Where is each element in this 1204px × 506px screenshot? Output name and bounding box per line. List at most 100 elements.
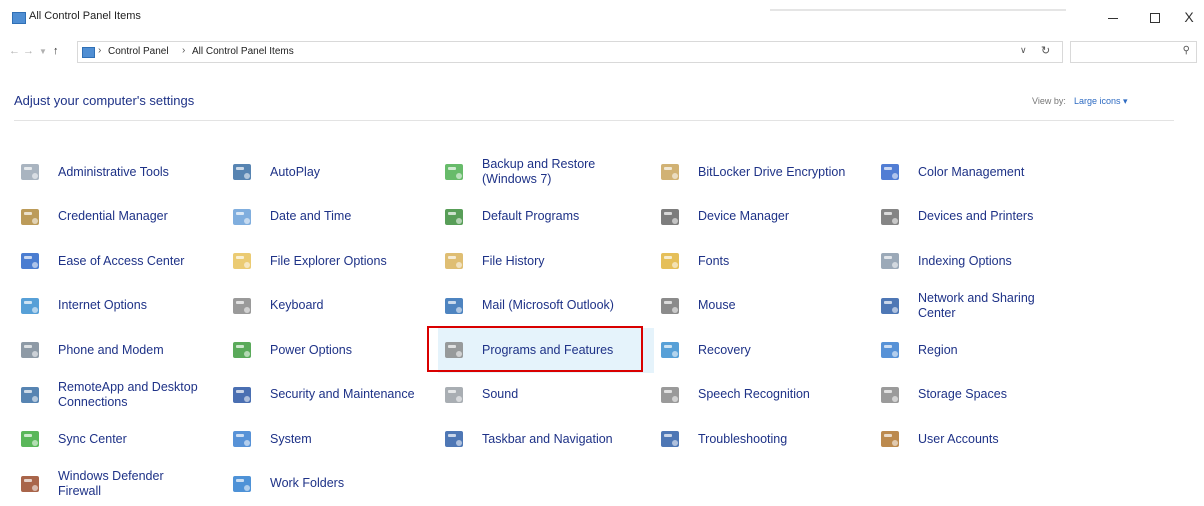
control-panel-item[interactable]: Fonts (654, 239, 874, 284)
maximize-button[interactable] (1140, 6, 1170, 28)
title-bar-divider (770, 9, 1066, 11)
control-panel-item[interactable]: File Explorer Options (226, 239, 438, 284)
user-accounts-icon (878, 427, 902, 451)
address-dropdown-icon[interactable]: ∨ (1020, 45, 1027, 56)
control-panel-item-label: Default Programs (482, 209, 632, 224)
speech-recognition-icon (658, 383, 682, 407)
search-input[interactable]: ⚲ (1070, 41, 1197, 63)
control-panel-item[interactable]: Programs and Features (438, 328, 654, 373)
control-panel-item[interactable]: Ease of Access Center (14, 239, 226, 284)
control-panel-item-label: Internet Options (58, 298, 208, 313)
control-panel-item[interactable]: Network and Sharing Center (874, 284, 1094, 329)
troubleshooting-icon (658, 427, 682, 451)
control-panel-item[interactable]: Mail (Microsoft Outlook) (438, 284, 654, 329)
security-maintenance-icon (230, 383, 254, 407)
control-panel-item-label: Power Options (270, 343, 420, 358)
phone-modem-icon (18, 338, 42, 362)
control-panel-item[interactable]: Internet Options (14, 284, 226, 329)
control-panel-item[interactable]: Keyboard (226, 284, 438, 329)
region-icon (878, 338, 902, 362)
control-panel-item-label: Sound (482, 387, 632, 402)
control-panel-small-icon (82, 47, 95, 58)
address-bar[interactable]: › Control Panel › All Control Panel Item… (77, 41, 1063, 63)
control-panel-item[interactable]: Sync Center (14, 417, 226, 462)
devices-printers-icon (878, 205, 902, 229)
control-panel-item[interactable]: AutoPlay (226, 150, 438, 195)
control-panel-item-label: Troubleshooting (698, 432, 848, 447)
fonts-icon (658, 249, 682, 273)
control-panel-item-label: Keyboard (270, 298, 420, 313)
view-by-label: View by: (1032, 96, 1066, 106)
control-panel-item[interactable]: Security and Maintenance (226, 373, 438, 418)
control-panel-item-label: Date and Time (270, 209, 420, 224)
control-panel-item[interactable]: Backup and Restore (Windows 7) (438, 150, 654, 195)
bitlocker-icon (658, 160, 682, 184)
control-panel-item-label: Taskbar and Navigation (482, 432, 632, 447)
control-panel-item[interactable]: Speech Recognition (654, 373, 874, 418)
control-panel-item[interactable]: System (226, 417, 438, 462)
control-panel-item-label: Region (918, 343, 1068, 358)
control-panel-item-label: BitLocker Drive Encryption (698, 165, 848, 180)
control-panel-item[interactable]: RemoteApp and Desktop Connections (14, 373, 226, 418)
window-title: All Control Panel Items (29, 10, 141, 22)
control-panel-item-label: Backup and Restore (Windows 7) (482, 157, 632, 187)
page-title: Adjust your computer's settings (14, 93, 194, 108)
control-panel-item[interactable]: Default Programs (438, 195, 654, 240)
control-panel-item[interactable]: Phone and Modem (14, 328, 226, 373)
control-panel-item[interactable]: Power Options (226, 328, 438, 373)
control-panel-item-label: Phone and Modem (58, 343, 208, 358)
view-by-dropdown[interactable]: Large icons ▾ (1074, 96, 1128, 107)
control-panel-item-label: System (270, 432, 420, 447)
control-panel-item[interactable]: Device Manager (654, 195, 874, 240)
control-panel-item[interactable]: Storage Spaces (874, 373, 1094, 418)
control-panel-item[interactable]: Date and Time (226, 195, 438, 240)
control-panel-item[interactable]: Administrative Tools (14, 150, 226, 195)
control-panel-item-label: File Explorer Options (270, 254, 420, 269)
maximize-icon (1150, 13, 1160, 23)
control-panel-item[interactable]: Recovery (654, 328, 874, 373)
control-panel-item-label: Credential Manager (58, 209, 208, 224)
control-panel-item-label: Color Management (918, 165, 1068, 180)
control-panel-item[interactable]: Taskbar and Navigation (438, 417, 654, 462)
control-panel-item-label: File History (482, 254, 632, 269)
color-management-icon (878, 160, 902, 184)
control-panel-item[interactable]: Credential Manager (14, 195, 226, 240)
title-bar: All Control Panel Items X (0, 0, 1204, 34)
admin-tools-icon (18, 160, 42, 184)
control-panel-item-label: Programs and Features (482, 343, 632, 358)
control-panel-item[interactable]: Mouse (654, 284, 874, 329)
internet-options-icon (18, 294, 42, 318)
control-panel-item[interactable]: Devices and Printers (874, 195, 1094, 240)
control-panel-item[interactable]: Sound (438, 373, 654, 418)
back-arrow-icon[interactable]: ← (9, 45, 20, 57)
control-panel-item[interactable]: Color Management (874, 150, 1094, 195)
breadcrumb-separator[interactable]: › (182, 45, 185, 56)
firewall-icon (18, 472, 42, 496)
control-panel-item[interactable]: Work Folders (226, 462, 438, 506)
default-programs-icon (442, 205, 466, 229)
close-button[interactable]: X (1174, 6, 1204, 28)
control-panel-icon (12, 12, 26, 24)
control-panel-item[interactable]: BitLocker Drive Encryption (654, 150, 874, 195)
control-panel-item[interactable]: Windows Defender Firewall (14, 462, 226, 506)
refresh-icon[interactable]: ↻ (1041, 44, 1050, 57)
control-panel-item[interactable]: Indexing Options (874, 239, 1094, 284)
control-panel-item[interactable]: Troubleshooting (654, 417, 874, 462)
mail-icon (442, 294, 466, 318)
control-panel-item-label: Ease of Access Center (58, 254, 208, 269)
control-panel-item[interactable]: File History (438, 239, 654, 284)
up-arrow-icon[interactable]: ↑ (53, 45, 59, 57)
control-panel-item[interactable]: Region (874, 328, 1094, 373)
credential-manager-icon (18, 205, 42, 229)
control-panel-item[interactable]: User Accounts (874, 417, 1094, 462)
date-time-icon (230, 205, 254, 229)
work-folders-icon (230, 472, 254, 496)
programs-features-icon (442, 338, 466, 362)
recent-locations-icon[interactable]: ▼ (39, 47, 47, 56)
forward-arrow-icon[interactable]: → (23, 45, 34, 57)
breadcrumb-separator[interactable]: › (98, 45, 101, 56)
breadcrumb-control-panel[interactable]: Control Panel (108, 46, 169, 57)
control-panel-item-label: Speech Recognition (698, 387, 848, 402)
minimize-button[interactable] (1098, 6, 1128, 28)
breadcrumb-all-items[interactable]: All Control Panel Items (192, 46, 294, 57)
